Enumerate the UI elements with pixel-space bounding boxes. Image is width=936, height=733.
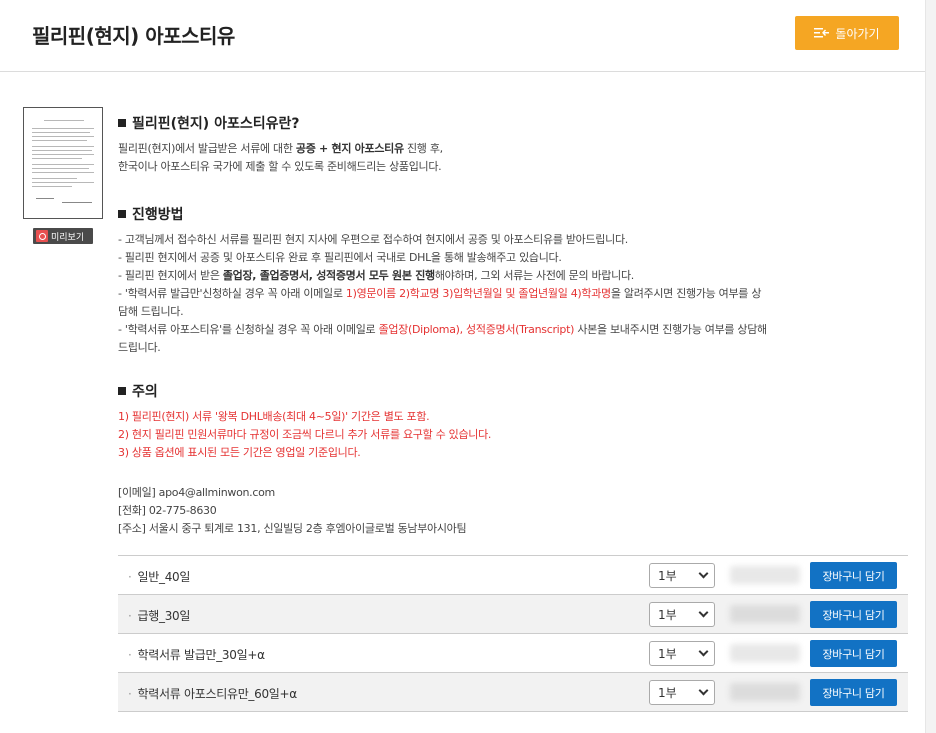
notice-title: 주의 [118,382,491,402]
option-row: · 급행_30일 1부 장바구니 담기 [118,595,908,634]
option-name: · 학력서류 발급만_30일+α [128,648,265,662]
option-row: · 학력서류 발급만_30일+α 1부 장바구니 담기 [118,634,908,673]
option-name: · 학력서류 아포스티유만_60일+α [128,687,297,701]
quantity-select[interactable]: 1부 [649,563,715,588]
quantity-select[interactable]: 1부 [649,602,715,627]
preview-button-label: 미리보기 [51,232,85,243]
page-title: 필리핀(현지) 아포스티유 [32,24,235,48]
process-section: 진행방법 - 고객님께서 접수하신 서류를 필리핀 현지 지사에 우편으로 접수… [118,205,893,357]
notice-text: 1) 필리핀(현지) 서류 '왕복 DHL배송(최대 4~5일)' 기간은 별도… [118,410,492,459]
intro-title: 필리핀(현지) 아포스티유란? [118,114,443,134]
back-button-label: 돌아가기 [835,26,880,41]
chevron-down-icon [698,646,709,657]
price-blurred [730,683,800,701]
notice-section: 주의 1) 필리핀(현지) 서류 '왕복 DHL배송(최대 4~5일)' 기간은… [118,382,491,462]
option-name: · 급행_30일 [128,609,191,623]
back-button[interactable]: 돌아가기 [795,16,899,50]
chevron-down-icon [698,685,709,696]
price-blurred [730,605,800,623]
contact-phone: [전화] 02-775-8630 [118,504,217,517]
contact-info: [이메일] apo4@allminwon.com [전화] 02-775-863… [118,484,467,538]
preview-button[interactable]: 미리보기 [33,228,93,244]
quantity-select[interactable]: 1부 [649,680,715,705]
add-to-cart-button[interactable]: 장바구니 담기 [810,601,897,628]
price-blurred [730,566,800,584]
add-to-cart-button[interactable]: 장바구니 담기 [810,640,897,667]
option-name: · 일반_40일 [128,570,191,584]
contact-address: [주소] 서울시 중구 퇴계로 131, 신일빌딩 2층 후엠아이글로벌 동남부… [118,522,467,535]
intro-section: 필리핀(현지) 아포스티유란? 필리핀(현지)에서 발급받은 서류에 대한 공증… [118,114,443,176]
option-table: · 일반_40일 1부 장바구니 담기 · 급행_30일 1부 장바구니 담기 · 학… [118,555,908,712]
add-to-cart-button[interactable]: 장바구니 담기 [810,679,897,706]
add-to-cart-button[interactable]: 장바구니 담기 [810,562,897,589]
process-title: 진행방법 [118,205,893,225]
scrollbar[interactable] [925,0,936,733]
top-bar: 필리핀(현지) 아포스티유 돌아가기 [0,0,936,72]
price-blurred [730,644,800,662]
list-back-icon [814,27,830,39]
option-row: · 학력서류 아포스티유만_60일+α 1부 장바구니 담기 [118,673,908,712]
document-thumbnail[interactable] [23,107,103,219]
chevron-down-icon [698,568,709,579]
quantity-select[interactable]: 1부 [649,641,715,666]
preview-icon [36,230,48,242]
intro-text: 필리핀(현지)에서 발급받은 서류에 대한 공증 + 현지 아포스티유 진행 후… [118,142,443,173]
option-row: · 일반_40일 1부 장바구니 담기 [118,556,908,595]
contact-email: [이메일] apo4@allminwon.com [118,486,275,499]
process-text: - 고객님께서 접수하신 서류를 필리핀 현지 지사에 우편으로 접수하여 현지… [118,233,767,354]
chevron-down-icon [698,607,709,618]
